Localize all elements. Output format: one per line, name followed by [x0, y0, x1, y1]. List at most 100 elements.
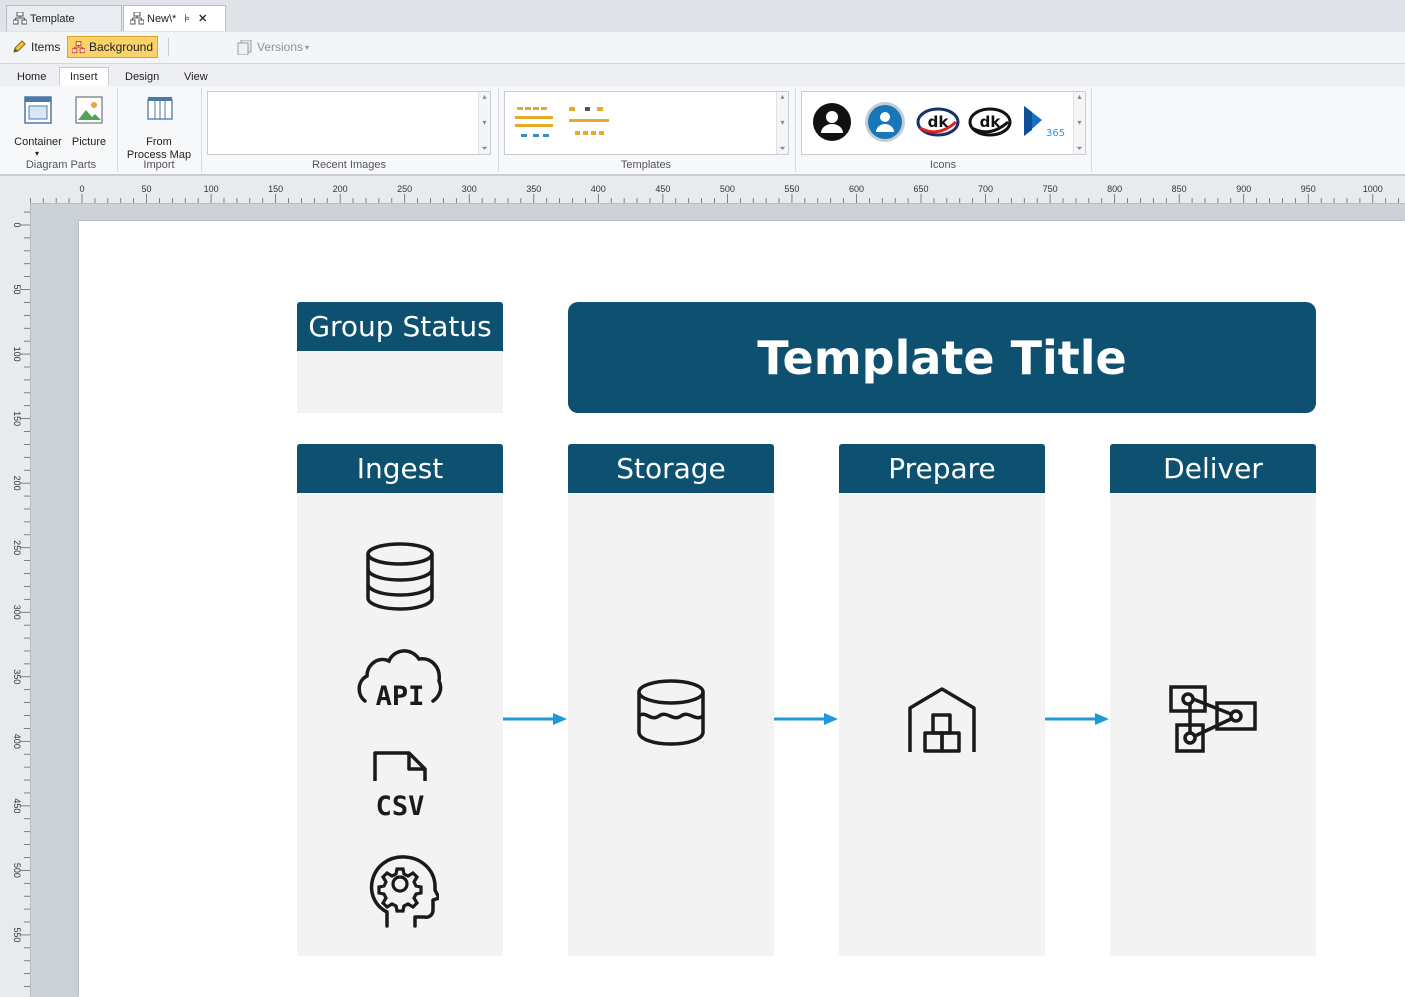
lane-storage-header[interactable]: Storage — [568, 444, 774, 493]
ruler-label: 500 — [720, 184, 735, 194]
database-icon[interactable] — [365, 542, 435, 612]
items-button[interactable]: Items — [7, 36, 64, 58]
doc-tab-label: New\* — [147, 12, 177, 25]
warehouse-icon[interactable] — [907, 686, 977, 756]
from-process-map-button[interactable]: From Process Map — [122, 94, 196, 161]
template-thumbnail-2[interactable] — [567, 104, 609, 140]
ribbon-tab-strip: Home Insert Design View — [0, 64, 1405, 87]
horizontal-ruler: 0 50 100 150 200 250 300 350 400 450 500 550 600 650 7… — [0, 176, 1405, 204]
network-diagram-icon[interactable] — [1169, 685, 1257, 755]
ruler-label: 1000 — [1363, 184, 1383, 194]
group-label-import: Import — [143, 159, 175, 171]
recent-images-gallery[interactable]: ▴ ▾ ⏷ — [207, 91, 491, 155]
dropdown-arrow-icon: ▾ — [305, 42, 310, 52]
ruler-label: 900 — [1236, 184, 1251, 194]
doc-tab-label: Template — [30, 12, 75, 25]
close-icon[interactable]: ✕ — [198, 12, 207, 25]
dynamics-365-logo[interactable]: 365 — [1020, 104, 1068, 140]
ruler-label: 0 — [79, 184, 84, 194]
api-icon-text: API — [376, 681, 425, 712]
group-status-header[interactable]: Group Status — [297, 302, 503, 351]
lane-prepare-header[interactable]: Prepare — [839, 444, 1045, 493]
scroll-down-icon[interactable]: ▾ — [482, 118, 486, 127]
group-label-icons: Icons — [929, 159, 957, 171]
dk-red-logo[interactable]: dk — [916, 106, 960, 138]
lane-ingest-header[interactable]: Ingest — [297, 444, 503, 493]
ruler-label: 500 — [12, 863, 22, 878]
items-label: Items — [31, 40, 61, 54]
gallery-scrollbar[interactable]: ▴ ▾ ⏷ — [1073, 92, 1085, 154]
ruler-label: 300 — [462, 184, 477, 194]
gallery-expand-icon[interactable]: ⏷ — [481, 144, 487, 154]
api-cloud-icon[interactable]: API — [355, 643, 445, 713]
scroll-up-icon[interactable]: ▴ — [1077, 92, 1081, 101]
vertical-ruler: 0 50 100 150 200 250 300 350 400 450 500 550 — [6, 203, 31, 997]
group-label-diagram-parts: Diagram Parts — [25, 159, 97, 171]
ruler-label: 100 — [204, 184, 219, 194]
scroll-down-icon[interactable]: ▾ — [1077, 118, 1081, 127]
scroll-down-icon[interactable]: ▾ — [780, 118, 784, 127]
flow-arrow-storage-prepare[interactable] — [774, 712, 840, 726]
doc-tab-new[interactable]: New\* ⊧ ✕ — [123, 5, 226, 31]
csv-icon-text: CSV — [376, 791, 425, 821]
flow-arrow-ingest-storage[interactable] — [503, 712, 569, 726]
ruler-label: 350 — [12, 669, 22, 684]
ruler-label: 450 — [12, 798, 22, 813]
horizontal-ruler-ticks: 0 50 100 150 200 250 300 350 400 450 500 550 600 650 7… — [29, 184, 1400, 203]
dk-black-logo[interactable]: dk — [968, 106, 1012, 138]
scroll-up-icon[interactable]: ▴ — [780, 92, 784, 101]
ruler-label: 50 — [12, 285, 22, 295]
group-label-recent-images: Recent Images — [312, 159, 386, 171]
background-label: Background — [88, 40, 153, 54]
tab-design[interactable]: Design — [115, 67, 169, 86]
ruler-label: 300 — [12, 605, 22, 620]
flow-arrow-prepare-deliver[interactable] — [1045, 712, 1111, 726]
from-process-map-label-line1: From — [146, 136, 172, 148]
templates-gallery[interactable]: ▴ ▾ ⏷ — [504, 91, 789, 155]
vertical-ruler-ticks: 0 50 100 150 200 250 300 350 400 450 500 550 — [12, 211, 30, 987]
ruler-label: 800 — [1107, 184, 1122, 194]
ruler-label: 750 — [1043, 184, 1058, 194]
ruler-label: 650 — [914, 184, 929, 194]
quick-toolbar: Items Background Versions ▾ — [0, 32, 1405, 86]
ruler-label: 200 — [12, 476, 22, 491]
diagram-page[interactable]: Group Status Template Title Ingest Stora… — [79, 221, 1405, 997]
ruler-label: 400 — [591, 184, 606, 194]
background-icon — [72, 40, 85, 53]
container-label: Container — [14, 136, 62, 148]
lane-deliver-header[interactable]: Deliver — [1110, 444, 1316, 493]
document-tab-strip: Template New\* ⊧ ✕ — [0, 0, 1405, 33]
tab-insert[interactable]: Insert — [59, 67, 109, 86]
ruler-label: 550 — [784, 184, 799, 194]
doc-tab-template[interactable]: Template — [6, 5, 122, 31]
gallery-expand-icon[interactable]: ⏷ — [779, 144, 785, 154]
container-button[interactable]: Container ▾ — [8, 94, 68, 158]
csv-file-icon[interactable]: CSV — [365, 749, 435, 821]
ruler-label: 0 — [12, 222, 22, 227]
head-gear-icon[interactable] — [367, 854, 439, 928]
ruler-label: 600 — [849, 184, 864, 194]
picture-button[interactable]: Picture — [68, 94, 110, 156]
gallery-scrollbar[interactable]: ▴ ▾ ⏷ — [776, 92, 788, 154]
person-black-icon[interactable] — [812, 102, 852, 142]
scroll-up-icon[interactable]: ▴ — [482, 92, 486, 101]
ruler-label: 350 — [526, 184, 541, 194]
icons-gallery[interactable]: dk dk 365 ▴ ▾ ⏷ — [801, 91, 1086, 155]
ruler-label: 550 — [12, 927, 22, 942]
template-thumbnail-1[interactable] — [513, 104, 553, 140]
gallery-scrollbar[interactable]: ▴ ▾ ⏷ — [478, 92, 490, 154]
picture-label: Picture — [71, 136, 107, 148]
data-lake-icon[interactable] — [636, 678, 706, 748]
ruler-label: 700 — [978, 184, 993, 194]
tab-home[interactable]: Home — [7, 67, 56, 86]
versions-icon — [237, 39, 252, 55]
versions-button[interactable]: Versions ▾ — [233, 36, 313, 58]
template-title[interactable]: Template Title — [568, 302, 1316, 413]
versions-label: Versions — [257, 40, 304, 54]
background-button[interactable]: Background — [67, 36, 158, 58]
gallery-expand-icon[interactable]: ⏷ — [1076, 144, 1082, 154]
process-map-import-icon — [147, 97, 173, 120]
tab-view[interactable]: View — [174, 67, 218, 86]
pin-icon[interactable]: ⊧ — [184, 12, 190, 25]
person-blue-icon[interactable] — [864, 101, 906, 143]
